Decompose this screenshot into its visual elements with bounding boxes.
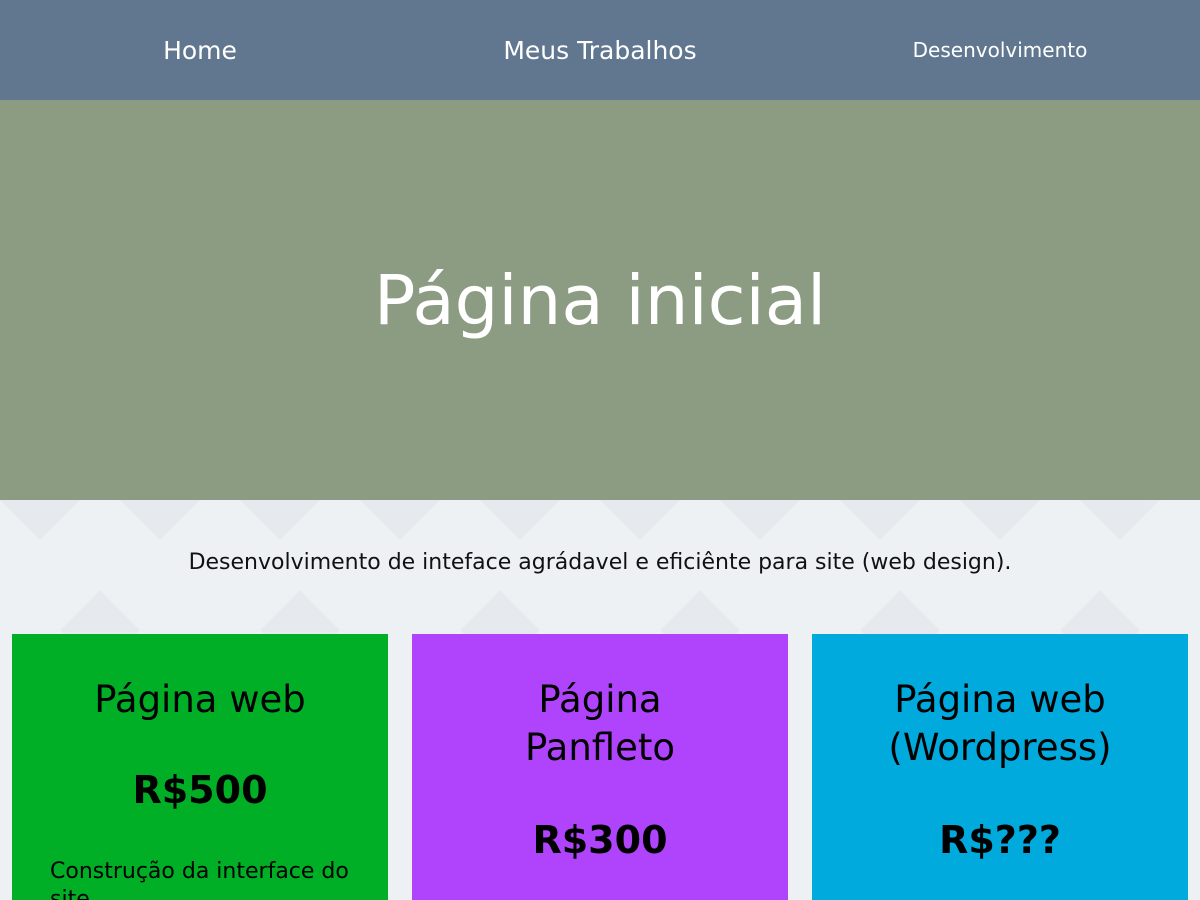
- card-description: Construção da interface do site: [50, 859, 349, 900]
- services-section: Desenvolvimento de inteface agrádavel e …: [0, 500, 1200, 900]
- nav-link-home[interactable]: Home: [0, 0, 400, 100]
- card-price: R$???: [939, 818, 1061, 862]
- nav-link-meus-trabalhos[interactable]: Meus Trabalhos: [400, 0, 800, 100]
- card-title: Página web: [94, 678, 306, 721]
- top-nav: Home Meus Trabalhos Desenvolvimento: [0, 0, 1200, 100]
- service-card-pagina-panfleto[interactable]: Página Panfleto R$300: [412, 634, 788, 900]
- tagline: Desenvolvimento de inteface agrádavel e …: [188, 550, 1012, 575]
- page-title: Página inicial: [373, 261, 827, 341]
- service-card-pagina-web[interactable]: Página web R$500 Construção da interface…: [12, 634, 388, 900]
- nav-link-desenvolvimento[interactable]: Desenvolvimento: [800, 0, 1200, 100]
- service-card-pagina-wordpress[interactable]: Página web (Wordpress) R$???: [812, 634, 1188, 900]
- card-title: Página web (Wordpress): [888, 678, 1112, 769]
- hero-banner: Página inicial: [0, 100, 1200, 500]
- card-price: R$300: [532, 818, 668, 862]
- card-price: R$500: [132, 768, 268, 812]
- card-title: Página Panfleto: [525, 678, 675, 769]
